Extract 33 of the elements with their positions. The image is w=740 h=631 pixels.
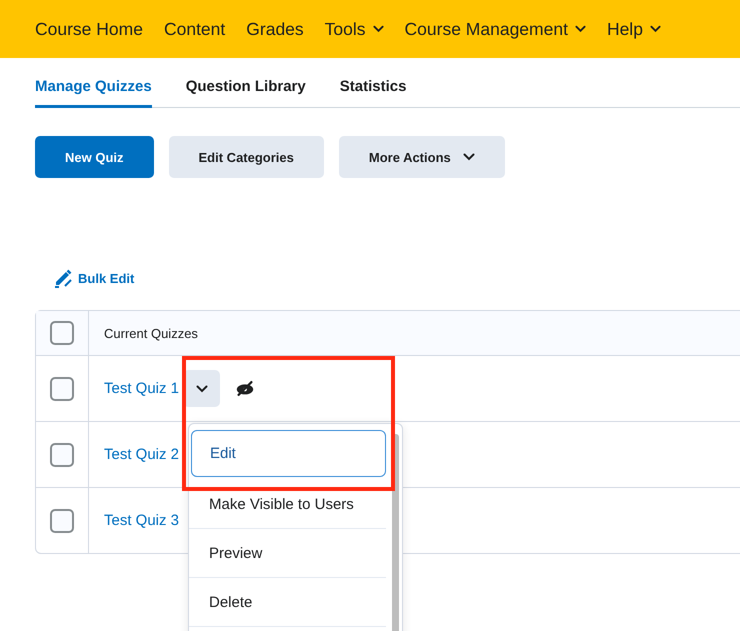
action-button[interactable]: New Quiz bbox=[35, 136, 154, 178]
column-header: Current Quizzes bbox=[104, 326, 198, 340]
actions-menu-button[interactable] bbox=[183, 370, 220, 407]
nav-link[interactable]: Course Home bbox=[35, 18, 143, 40]
chevron-down-icon bbox=[462, 153, 475, 161]
chevron-down-icon bbox=[196, 384, 208, 392]
checkbox[interactable] bbox=[50, 321, 74, 345]
tab[interactable]: Statistics bbox=[340, 78, 406, 108]
nav-link[interactable]: Content bbox=[164, 18, 226, 40]
nav-link[interactable]: Tools bbox=[324, 18, 384, 40]
tab[interactable]: Manage Quizzes bbox=[35, 78, 152, 108]
quiz-link[interactable]: Test Quiz 3 bbox=[104, 512, 180, 529]
nav-link[interactable]: Course Management bbox=[404, 18, 586, 40]
chevron-down-icon bbox=[372, 25, 384, 33]
quiz-link[interactable]: Test Quiz 2 bbox=[104, 446, 180, 463]
nav-link[interactable]: Help bbox=[606, 18, 661, 40]
nav-link[interactable]: Grades bbox=[246, 18, 304, 40]
hidden-eye-icon bbox=[235, 380, 256, 397]
bulk-edit-link[interactable]: Bulk Edit bbox=[78, 270, 134, 286]
action-button[interactable]: Edit Categories bbox=[168, 136, 324, 178]
chevron-down-icon bbox=[650, 25, 661, 33]
tab[interactable]: Question Library bbox=[186, 78, 306, 108]
menu-item[interactable]: Make Visible to Users bbox=[189, 480, 386, 529]
menu-item[interactable]: Delete bbox=[189, 578, 386, 627]
action-button[interactable]: More Actions bbox=[338, 136, 505, 178]
menu-item[interactable]: Edit bbox=[191, 430, 386, 477]
quiz-link[interactable]: Test Quiz 1 bbox=[104, 380, 180, 397]
menu-item[interactable]: Preview bbox=[189, 529, 386, 578]
checkbox[interactable] bbox=[50, 442, 74, 466]
checkbox[interactable] bbox=[50, 508, 74, 532]
chevron-down-icon bbox=[574, 25, 586, 33]
checkbox[interactable] bbox=[50, 376, 74, 400]
pencil-icon bbox=[53, 268, 73, 288]
